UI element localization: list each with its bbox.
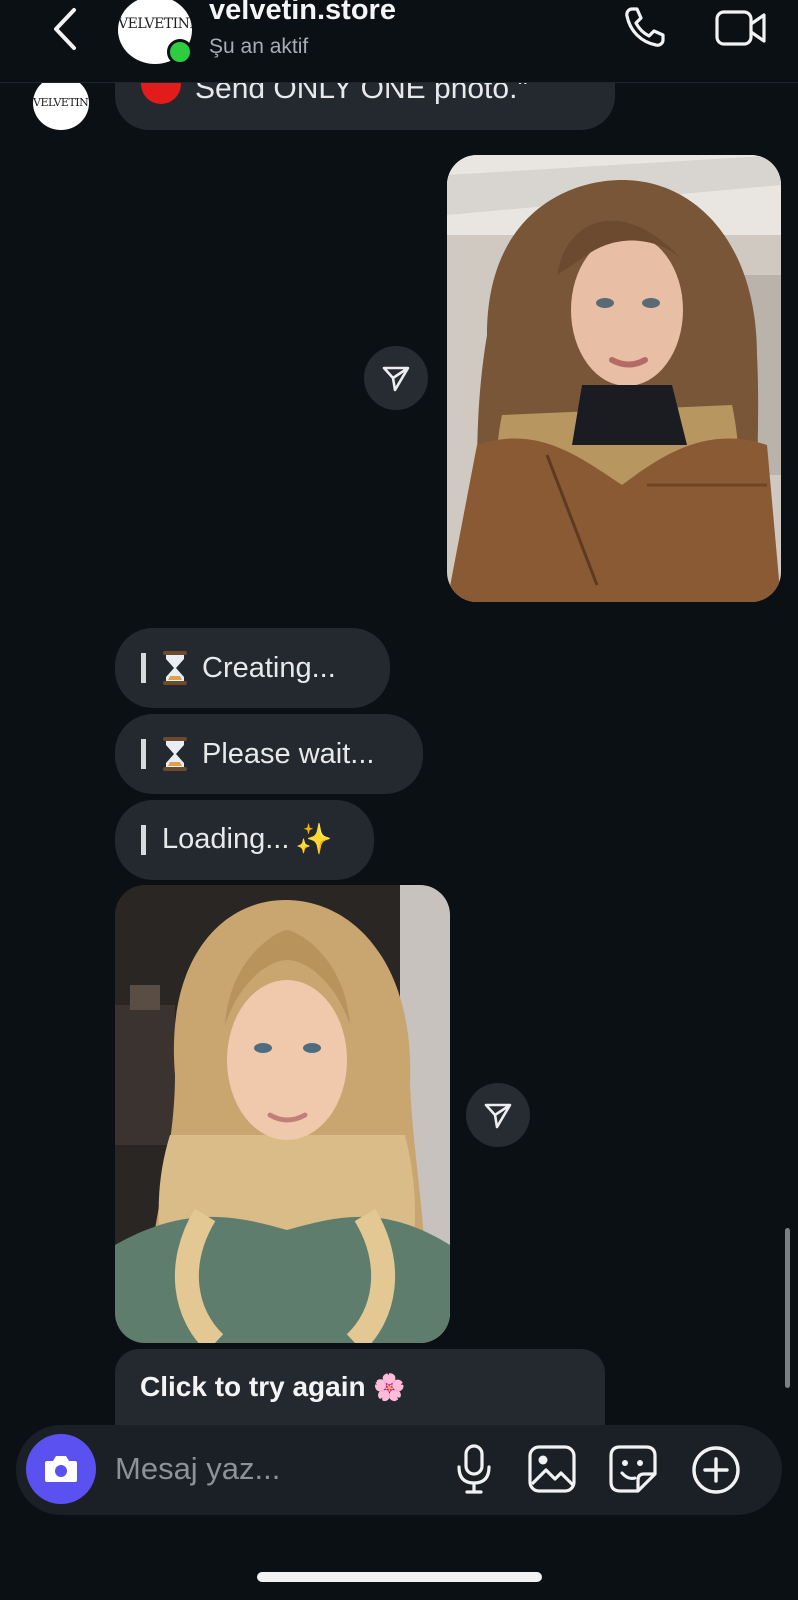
home-indicator[interactable] <box>257 1572 542 1582</box>
message-bubble[interactable]: Loading... ✨ <box>115 800 374 880</box>
share-icon <box>382 366 410 392</box>
message-text: Creating... <box>202 651 336 684</box>
camera-icon <box>45 1456 77 1482</box>
video-icon[interactable] <box>714 4 768 52</box>
sticker-icon[interactable] <box>608 1444 658 1494</box>
chat-header: VELVETINE velvetin.store Şu an aktif <box>0 0 798 83</box>
received-photo[interactable] <box>115 885 450 1343</box>
sent-photo[interactable] <box>447 155 781 602</box>
sender-avatar[interactable]: VELVETINE <box>33 76 89 130</box>
photo-woman-brunette <box>447 155 781 602</box>
retry-bubble[interactable]: Click to try again 🌸 <box>115 1349 605 1437</box>
flower-emoji: 🌸 <box>373 1373 406 1403</box>
back-icon[interactable] <box>46 4 84 54</box>
share-button[interactable] <box>364 346 428 410</box>
cursor-bar <box>141 653 146 683</box>
mic-icon[interactable] <box>454 1443 494 1495</box>
hourglass-icon <box>163 651 187 685</box>
camera-button[interactable] <box>26 1434 96 1504</box>
sparkles-emoji: ✨ <box>295 822 333 857</box>
share-button[interactable] <box>466 1083 530 1147</box>
message-input[interactable]: Mesaj yaz... <box>115 1451 280 1487</box>
avatar-logo: VELVETINE <box>33 96 89 109</box>
retry-text: Click to try again 🌸 <box>140 1371 406 1403</box>
cursor-bar <box>141 739 146 769</box>
message-text: Loading... <box>162 823 290 855</box>
contact-name[interactable]: velvetin.store <box>209 0 396 27</box>
contact-status: Şu an aktif <box>209 35 309 58</box>
plus-icon[interactable] <box>690 1444 742 1496</box>
cursor-bar <box>141 824 146 855</box>
message-bubble[interactable]: Please wait... <box>115 714 423 794</box>
scrollbar[interactable] <box>785 1228 790 1388</box>
call-icon[interactable] <box>620 4 668 52</box>
share-icon <box>484 1103 512 1129</box>
photo-woman-blonde <box>115 885 450 1343</box>
hourglass-icon <box>163 737 187 771</box>
gallery-icon[interactable] <box>527 1444 577 1494</box>
message-text: Please wait... <box>202 737 375 770</box>
online-indicator <box>167 39 193 65</box>
avatar-logo: VELVETINE <box>118 16 192 32</box>
message-bubble[interactable]: Creating... <box>115 628 390 708</box>
